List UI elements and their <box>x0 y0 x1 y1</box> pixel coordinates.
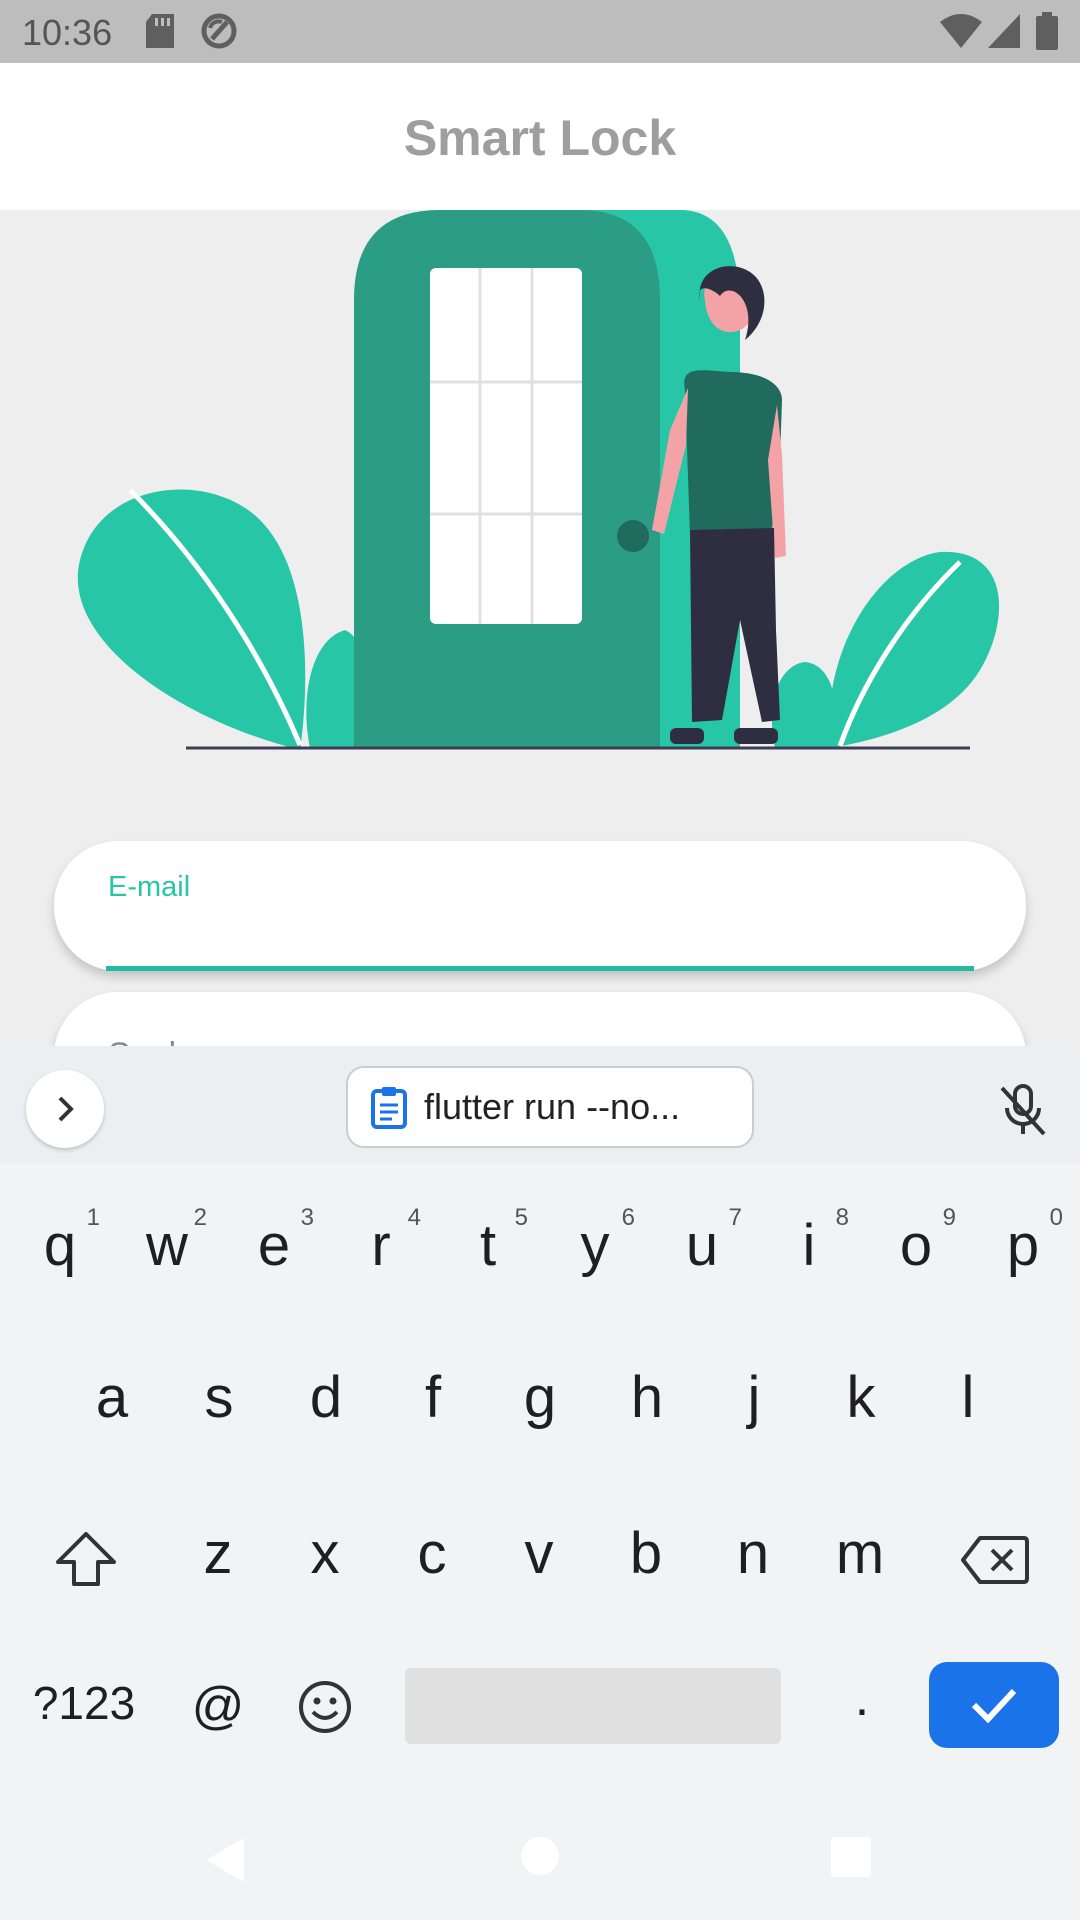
key-k[interactable]: k <box>807 1364 915 1431</box>
email-field[interactable]: E-mail <box>54 841 1026 971</box>
key-t[interactable]: 5t <box>434 1204 542 1279</box>
key-v[interactable]: v <box>485 1520 593 1587</box>
key-a[interactable]: a <box>58 1364 166 1431</box>
vpn-lock-icon <box>201 13 237 49</box>
key-hint: 1 <box>86 1204 100 1231</box>
home-nav-icon[interactable] <box>520 1836 560 1876</box>
status-bar: 10:36 <box>0 0 1080 63</box>
key-u[interactable]: 7u <box>648 1204 756 1279</box>
key-f[interactable]: f <box>379 1364 487 1431</box>
email-label: E-mail <box>108 871 191 903</box>
key-i[interactable]: 8i <box>755 1204 863 1279</box>
checkmark-icon <box>971 1688 1017 1724</box>
key-c[interactable]: c <box>378 1520 486 1587</box>
symbols-key[interactable]: ?123 <box>24 1676 144 1730</box>
key-g[interactable]: g <box>486 1364 594 1431</box>
key-h[interactable]: h <box>593 1364 701 1431</box>
backspace-key[interactable] <box>960 1534 1030 1586</box>
key-q[interactable]: 1q <box>6 1204 114 1279</box>
key-n[interactable]: n <box>699 1520 807 1587</box>
period-key[interactable]: . <box>808 1668 916 1728</box>
key-w[interactable]: 2w <box>113 1204 221 1279</box>
keyboard-suggestion-row: flutter run --no... <box>0 1046 1080 1163</box>
mic-off-icon[interactable] <box>996 1082 1050 1138</box>
expand-toolbar-button[interactable] <box>26 1070 104 1148</box>
key-m[interactable]: m <box>806 1520 914 1587</box>
space-key[interactable] <box>405 1668 781 1744</box>
key-hint: 5 <box>514 1204 528 1231</box>
key-b[interactable]: b <box>592 1520 700 1587</box>
key-hint: 9 <box>942 1204 956 1231</box>
key-d[interactable]: d <box>272 1364 380 1431</box>
status-time: 10:36 <box>22 12 113 53</box>
key-o[interactable]: 9o <box>862 1204 970 1279</box>
key-hint: 8 <box>835 1204 849 1231</box>
key-hint: 4 <box>407 1204 421 1231</box>
key-y[interactable]: 6y <box>541 1204 649 1279</box>
signal-icon <box>988 14 1020 48</box>
key-z[interactable]: z <box>164 1520 272 1587</box>
key-hint: 0 <box>1049 1204 1063 1231</box>
key-l[interactable]: l <box>914 1364 1022 1431</box>
page-title: Smart Lock <box>403 110 677 166</box>
chevron-right-icon <box>58 1096 74 1122</box>
key-hint: 6 <box>621 1204 635 1231</box>
soft-keyboard: flutter run --no... <box>0 1046 1080 1920</box>
key-s[interactable]: s <box>165 1364 273 1431</box>
person-at-door-illustration <box>77 210 1000 750</box>
key-hint: 2 <box>193 1204 207 1231</box>
recents-nav-icon[interactable] <box>830 1836 872 1878</box>
key-p[interactable]: 0p <box>969 1204 1077 1279</box>
sd-card-icon <box>146 14 174 48</box>
key-hint: 7 <box>728 1204 742 1231</box>
shift-key[interactable] <box>54 1530 118 1588</box>
key-j[interactable]: j <box>700 1364 808 1431</box>
email-focus-underline <box>106 966 974 971</box>
back-nav-icon[interactable] <box>204 1836 246 1884</box>
clipboard-suggestion-text: flutter run --no... <box>424 1086 681 1127</box>
app-bar: Smart Lock <box>0 63 1080 210</box>
navigation-bar <box>0 1800 1080 1920</box>
clipboard-icon <box>371 1087 407 1129</box>
key-e[interactable]: 3e <box>220 1204 328 1279</box>
battery-icon <box>1036 12 1058 50</box>
at-key[interactable]: @ <box>164 1676 272 1736</box>
wifi-icon <box>940 14 982 48</box>
key-hint: 3 <box>300 1204 314 1231</box>
clipboard-suggestion-chip[interactable]: flutter run --no... <box>346 1066 754 1148</box>
emoji-key[interactable] <box>298 1680 352 1734</box>
key-r[interactable]: 4r <box>327 1204 435 1279</box>
enter-key[interactable] <box>929 1662 1059 1748</box>
key-x[interactable]: x <box>271 1520 379 1587</box>
